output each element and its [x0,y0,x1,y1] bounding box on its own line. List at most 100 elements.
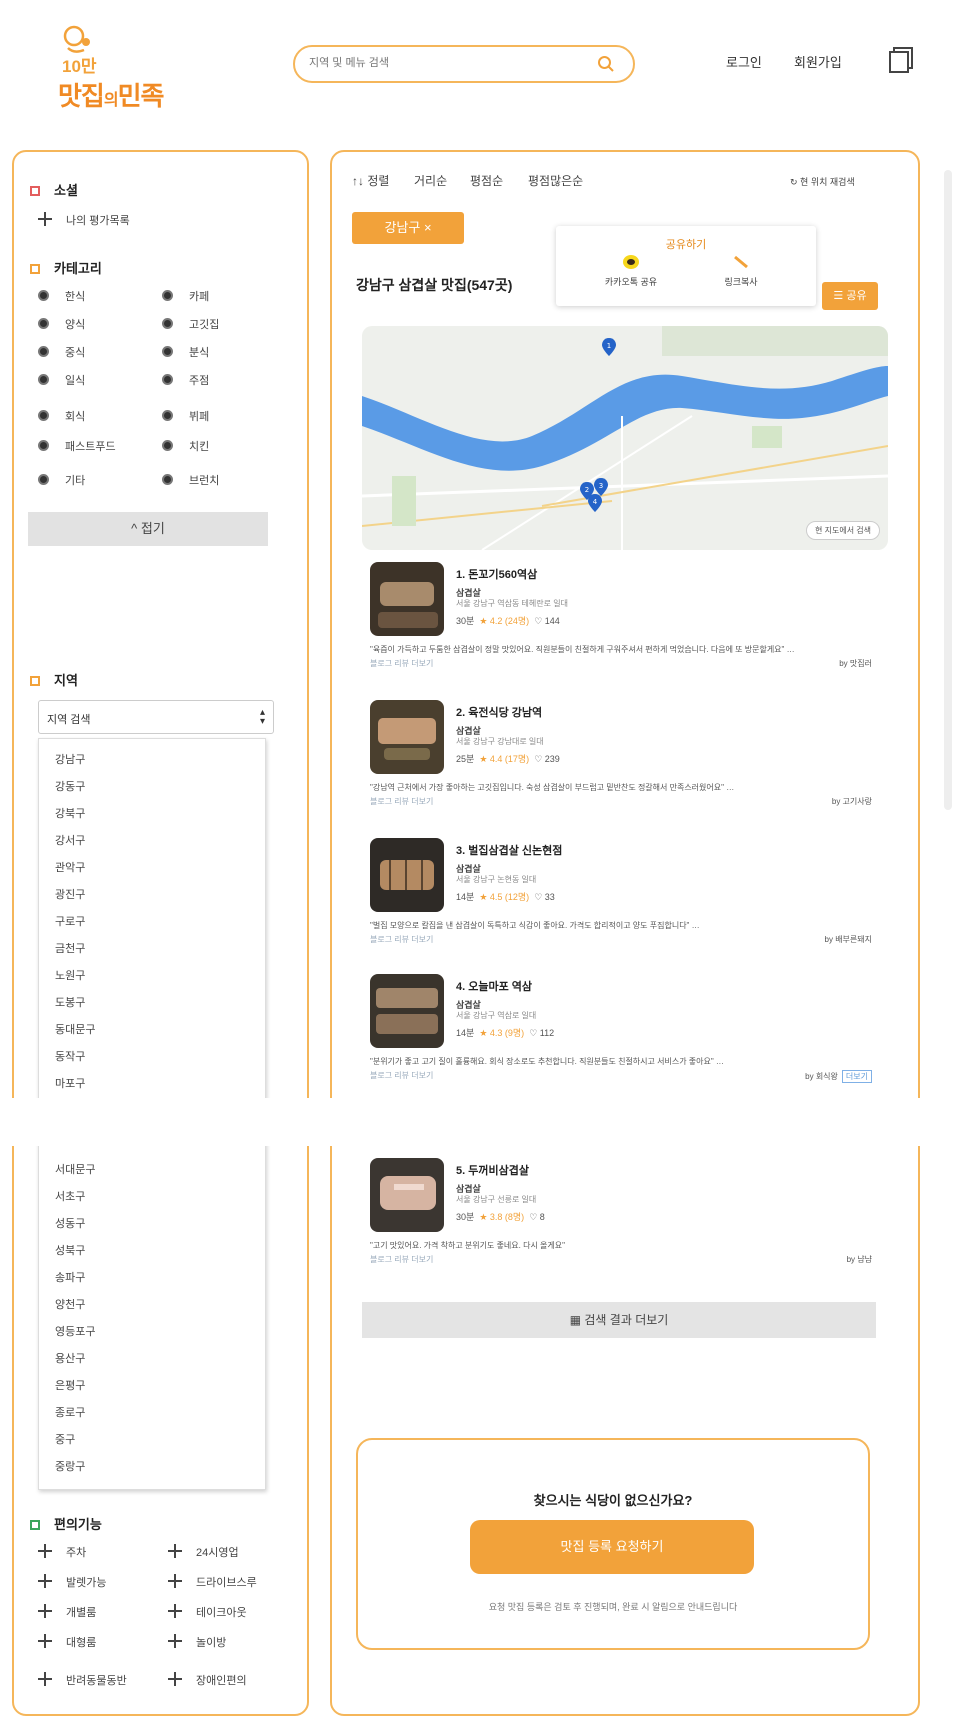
plus-icon [38,212,52,226]
review-snippet: "육즙이 가득하고 두툼한 삼겹살이 정말 맛있어요. 직원분들이 친절하게 구… [370,645,795,654]
restaurant-card[interactable]: 5. 두꺼비삼겹살 삼겹살 서울 강남구 선릉로 일대 30분 ★ 3.8 (8… [370,1158,880,1288]
region-option[interactable]: 광진구 [55,886,85,902]
logo[interactable]: 10만 맛집의민족 [58,22,208,114]
scrollbar[interactable] [944,170,952,810]
map-search-button[interactable]: 현 지도에서 검색 [806,521,880,540]
restaurant-photo[interactable] [370,1158,444,1232]
region-option[interactable]: 구로구 [55,913,85,929]
category-option[interactable]: 분식 [162,344,209,360]
amenity-option[interactable]: 주차 [38,1544,86,1560]
restaurant-photo[interactable] [370,838,444,912]
review-link[interactable]: 블로그 리뷰 더보기 [370,934,433,945]
sort-tab[interactable]: 거리순 [414,172,447,189]
region-option[interactable]: 중구 [55,1431,75,1447]
region-option[interactable]: 서초구 [55,1188,85,1204]
category-option[interactable]: 양식 [38,316,85,332]
restaurant-card[interactable]: 1. 돈꼬기560역삼 삼겹살 서울 강남구 역삼동 테헤란로 일대 30분 ★… [370,562,880,692]
sort-tab[interactable]: 평점순 [470,172,503,189]
my-reviews-filter[interactable]: 나의 평가목록 [38,212,130,228]
review-snippet: "강남역 근처에서 가장 좋아하는 고깃집입니다. 숙성 삼겹살이 부드럽고 밑… [370,783,735,792]
copy-link-option[interactable]: 링크복사 [706,254,776,288]
amenity-option[interactable]: 24시영업 [168,1544,239,1560]
region-option[interactable]: 강남구 [55,751,85,767]
map-marker-icon[interactable]: 4 [588,494,602,512]
region-option[interactable]: 용산구 [55,1350,85,1366]
amenity-option[interactable]: 개별룸 [38,1604,96,1620]
region-option[interactable]: 금천구 [55,940,85,956]
restaurant-card[interactable]: 3. 벌집삼겹살 신논현점 삼겹살 서울 강남구 논현동 일대 14분 ★ 4.… [370,838,880,968]
map-marker-icon[interactable]: 1 [602,338,616,356]
restaurant-card[interactable]: 2. 육전식당 강남역 삼겹살 서울 강남구 강남대로 일대 25분 ★ 4.4… [370,700,880,830]
region-option[interactable]: 양천구 [55,1296,85,1312]
review-link[interactable]: 블로그 리뷰 더보기 [370,658,433,669]
restaurant-card[interactable]: 4. 오늘마포 역삼 삼겹살 서울 강남구 역삼로 일대 14분 ★ 4.3 (… [370,974,880,1104]
relocate-search-link[interactable]: ↻ 현 위치 재검색 [790,175,855,188]
category-option[interactable]: 고깃집 [162,316,219,332]
region-option[interactable]: 은평구 [55,1377,85,1393]
region-option[interactable]: 관악구 [55,859,85,875]
load-more-results-button[interactable]: ▦ 검색 결과 더보기 [362,1302,876,1338]
amenity-option[interactable]: 놀이방 [168,1634,226,1650]
restaurant-name[interactable]: 1. 돈꼬기560역삼 [456,566,537,582]
category-option[interactable]: 브런치 [162,472,219,488]
review-link[interactable]: 블로그 리뷰 더보기 [370,796,433,807]
category-option[interactable]: 뷔페 [162,408,209,424]
amenity-option[interactable]: 테이크아웃 [168,1604,247,1620]
region-filter-chip[interactable]: 강남구 × [352,212,464,244]
restaurant-photo[interactable] [370,700,444,774]
region-option[interactable]: 동작구 [55,1048,85,1064]
category-option[interactable]: 회식 [38,408,85,424]
region-option[interactable]: 영등포구 [55,1323,95,1339]
region-option[interactable]: 성동구 [55,1215,85,1231]
region-option[interactable]: 종로구 [55,1404,85,1420]
region-select[interactable]: 지역 검색 ▴ ▾ [38,700,274,734]
category-option[interactable]: 카페 [162,288,209,304]
request-restaurant-button[interactable]: 맛집 등록 요청하기 [470,1520,754,1574]
restaurant-photo[interactable] [370,974,444,1048]
restaurant-name[interactable]: 4. 오늘마포 역삼 [456,978,532,994]
sort-tab[interactable]: ↑↓ 정렬 [352,172,389,189]
region-option[interactable]: 강북구 [55,805,85,821]
sort-tab[interactable]: 평점많은순 [528,172,583,189]
amenity-option[interactable]: 대형룸 [38,1634,96,1650]
restaurant-name[interactable]: 3. 벌집삼겹살 신논현점 [456,842,562,858]
category-option[interactable]: 기타 [38,472,85,488]
amenity-option[interactable]: 장애인편의 [168,1672,247,1688]
region-option[interactable]: 노원구 [55,967,85,983]
share-button[interactable]: ☰ 공유 [822,282,878,310]
review-link[interactable]: 블로그 리뷰 더보기 [370,1070,433,1081]
category-option[interactable]: 패스트푸드 [38,438,116,454]
results-map[interactable]: 1 2 3 4 현 지도에서 검색 [362,326,888,550]
search-icon[interactable] [597,55,615,73]
region-option[interactable]: 강동구 [55,778,85,794]
restaurant-name[interactable]: 2. 육전식당 강남역 [456,704,542,720]
region-option[interactable]: 강서구 [55,832,85,848]
amenity-option[interactable]: 드라이브스루 [168,1574,257,1590]
region-option[interactable]: 송파구 [55,1269,85,1285]
search-input[interactable] [309,47,589,79]
region-option[interactable]: 도봉구 [55,994,85,1010]
amenity-option[interactable]: 반려동물동반 [38,1672,127,1688]
more-tag[interactable]: 더보기 [841,1070,872,1083]
category-option[interactable]: 일식 [38,372,85,388]
region-option[interactable]: 마포구 [55,1075,85,1091]
fold-categories-button[interactable]: ^ 접기 [28,512,268,546]
login-link[interactable]: 로그인 [726,52,762,71]
region-option[interactable]: 서대문구 [55,1161,95,1177]
restaurant-name[interactable]: 5. 두꺼비삼겹살 [456,1162,529,1178]
amenity-option[interactable]: 발렛가능 [38,1574,106,1590]
region-option[interactable]: 중랑구 [55,1458,85,1474]
bookmark-book-icon[interactable] [888,46,914,74]
signup-link[interactable]: 회원가입 [794,52,842,71]
kakao-share-option[interactable]: 카카오톡 공유 [596,254,666,288]
category-option[interactable]: 치킨 [162,438,209,454]
region-option[interactable]: 성북구 [55,1242,85,1258]
restaurant-photo[interactable] [370,562,444,636]
search-bar[interactable] [293,45,635,83]
category-option[interactable]: 중식 [38,344,85,360]
review-link[interactable]: 블로그 리뷰 더보기 [370,1254,433,1265]
category-option[interactable]: 한식 [38,288,85,304]
category-option[interactable]: 주점 [162,372,209,388]
restaurant-meta: 14분 ★ 4.5 (12명) ♡ 33 [456,892,555,902]
region-option[interactable]: 동대문구 [55,1021,95,1037]
